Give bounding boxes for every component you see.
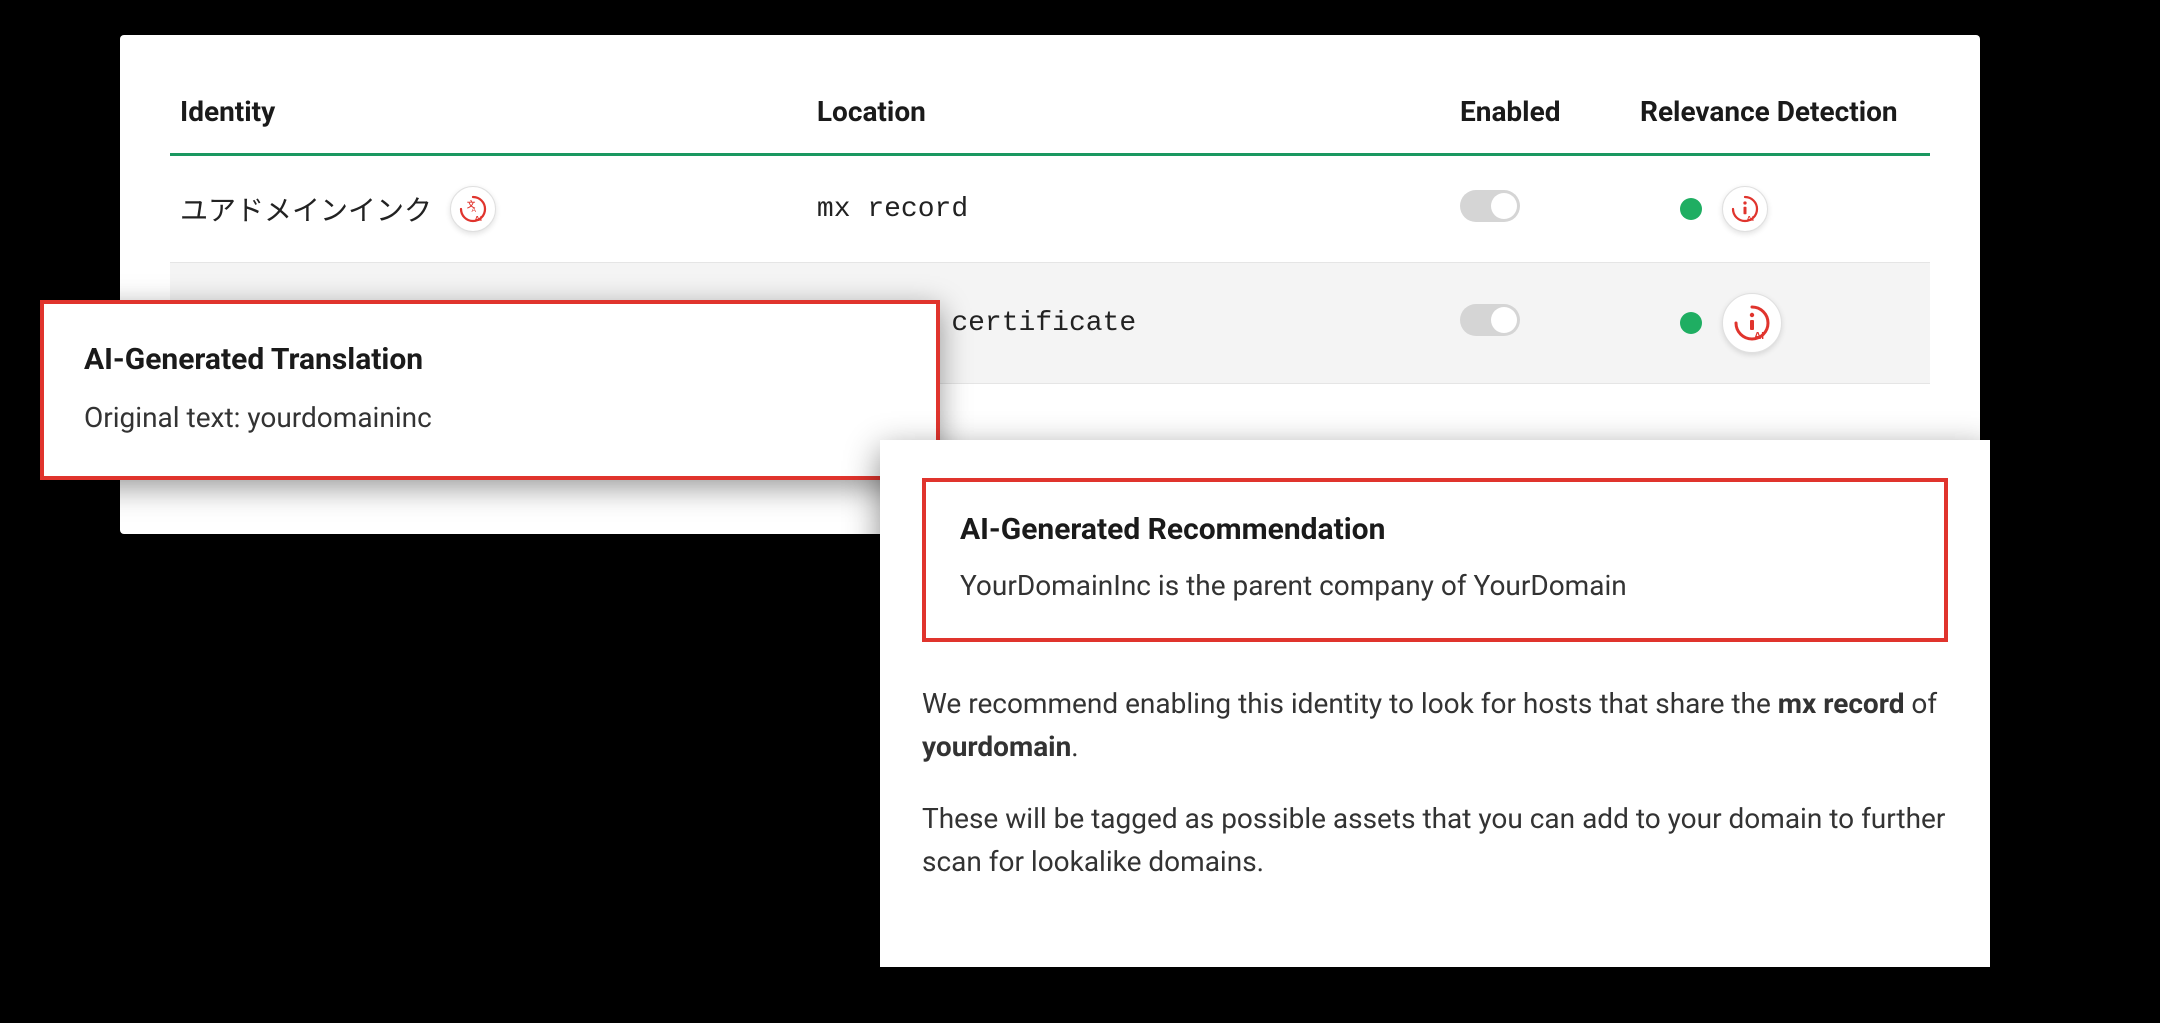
enabled-toggle[interactable] bbox=[1460, 304, 1520, 336]
svg-text:AI: AI bbox=[475, 214, 483, 223]
svg-text:A: A bbox=[472, 207, 477, 214]
svg-text:AI: AI bbox=[1747, 214, 1755, 223]
original-text-label: Original text: bbox=[84, 401, 247, 434]
recommendation-paragraph-1: We recommend enabling this identity to l… bbox=[922, 682, 1948, 769]
rec-para1-bold1: mx record bbox=[1778, 687, 1905, 720]
identity-text: ユアドメインインク bbox=[180, 189, 432, 229]
svg-text:AI: AI bbox=[1754, 331, 1764, 342]
table-header-row: Identity Location Enabled Relevance Dete… bbox=[170, 75, 1930, 155]
relevance-cell: AI bbox=[1640, 293, 1920, 353]
status-dot-green-icon bbox=[1680, 198, 1702, 220]
recommendation-highlight-box: AI-Generated Recommendation YourDomainIn… bbox=[922, 478, 1948, 642]
rec-para1-suffix: . bbox=[1071, 730, 1078, 763]
identity-cell: ユアドメインインク 文 A AI bbox=[180, 186, 797, 232]
relevance-cell: AI bbox=[1640, 186, 1920, 232]
translation-popup-original: Original text: yourdomaininc bbox=[84, 401, 896, 434]
col-header-location[interactable]: Location bbox=[807, 75, 1450, 155]
location-cell: mx record bbox=[807, 155, 1450, 263]
col-header-relevance[interactable]: Relevance Detection bbox=[1630, 75, 1930, 155]
enabled-toggle[interactable] bbox=[1460, 190, 1520, 222]
translation-popup: AI-Generated Translation Original text: … bbox=[40, 300, 940, 480]
rec-para1-prefix: We recommend enabling this identity to l… bbox=[922, 687, 1778, 720]
col-header-identity[interactable]: Identity bbox=[170, 75, 807, 155]
status-dot-green-icon bbox=[1680, 312, 1702, 334]
ai-info-icon[interactable]: AI bbox=[1722, 293, 1782, 353]
rec-para1-mid: of bbox=[1904, 687, 1937, 720]
recommendation-title: AI-Generated Recommendation bbox=[960, 512, 1910, 547]
translation-popup-title: AI-Generated Translation bbox=[84, 342, 896, 377]
recommendation-summary: YourDomainInc is the parent company of Y… bbox=[960, 569, 1910, 602]
original-text-value: yourdomaininc bbox=[247, 401, 431, 434]
table-row[interactable]: ユアドメインインク 文 A AI mx record bbox=[170, 155, 1930, 263]
rec-para1-bold2: yourdomain bbox=[922, 730, 1071, 763]
ai-info-icon[interactable]: AI bbox=[1722, 186, 1768, 232]
recommendation-popup: AI-Generated Recommendation YourDomainIn… bbox=[880, 440, 1990, 967]
ai-translate-icon[interactable]: 文 A AI bbox=[450, 186, 496, 232]
recommendation-paragraph-2: These will be tagged as possible assets … bbox=[922, 797, 1948, 884]
col-header-enabled[interactable]: Enabled bbox=[1450, 75, 1630, 155]
